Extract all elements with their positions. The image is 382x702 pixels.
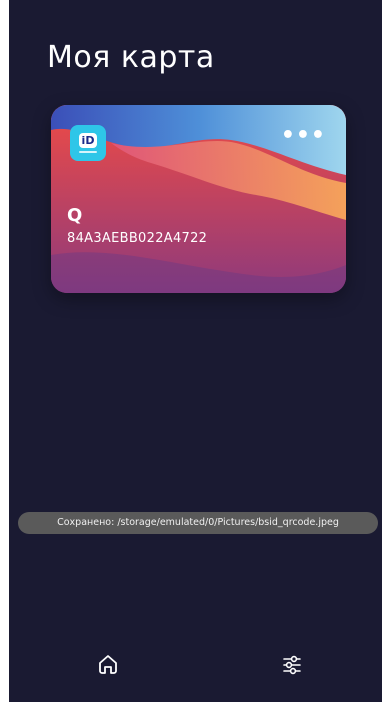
brand-logo: iD	[70, 125, 106, 161]
nav-settings-button[interactable]	[279, 652, 305, 678]
toast-message: Сохранено: /storage/emulated/0/Pictures/…	[18, 512, 378, 534]
sliders-icon	[283, 655, 301, 675]
app-screen: Моя карта iD ••• Q 84A3AEBB022A4722 Сохр…	[9, 0, 382, 702]
logo-subline	[79, 151, 97, 153]
more-options-icon[interactable]: •••	[281, 125, 326, 147]
home-icon	[99, 655, 117, 674]
membership-card[interactable]: iD ••• Q 84A3AEBB022A4722	[51, 105, 346, 293]
card-number: 84A3AEBB022A4722	[67, 231, 208, 246]
page-title: Моя карта	[47, 40, 215, 75]
card-holder-name: Q	[67, 205, 83, 226]
nav-home-button[interactable]	[95, 651, 121, 677]
logo-text: iD	[78, 133, 98, 148]
